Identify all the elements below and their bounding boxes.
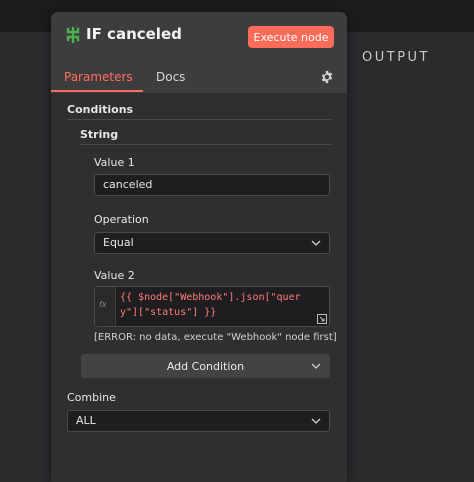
parameters-content: Conditions String Value 1 canceled Opera… <box>51 93 347 482</box>
tab-docs[interactable]: Docs <box>156 70 185 84</box>
combine-label: Combine <box>67 391 116 404</box>
string-divider <box>80 144 331 145</box>
value1-input[interactable]: canceled <box>94 174 330 196</box>
gear-icon[interactable] <box>320 70 334 84</box>
value2-expression-text: {{ $node["Webhook"].json["query"]["statu… <box>120 292 301 318</box>
value1-label: Value 1 <box>94 156 135 169</box>
chevron-down-icon <box>311 240 321 246</box>
conditions-label: Conditions <box>67 103 134 116</box>
string-group-label: String <box>80 128 119 141</box>
output-panel-label: OUTPUT <box>362 50 430 65</box>
add-condition-label: Add Condition <box>166 359 245 373</box>
expand-editor-icon[interactable] <box>317 314 327 324</box>
add-condition-button[interactable]: Add Condition <box>81 354 330 378</box>
execute-node-button[interactable]: Execute node <box>248 26 334 48</box>
operation-selected-value: Equal <box>103 236 134 249</box>
operation-select[interactable]: Equal <box>94 232 330 254</box>
active-tab-indicator <box>51 90 143 92</box>
value2-error-message: [ERROR: no data, execute "Webhook" node … <box>94 332 337 343</box>
node-parameters-panel: IF canceled Execute node Parameters Docs… <box>51 12 347 482</box>
if-branch-icon <box>66 27 80 43</box>
panel-tabs: Parameters Docs <box>51 62 347 94</box>
panel-header: IF canceled Execute node <box>51 12 347 62</box>
chevron-down-icon <box>311 418 321 424</box>
node-title[interactable]: IF canceled <box>86 25 182 43</box>
combine-selected-value: ALL <box>76 414 96 427</box>
value2-label: Value 2 <box>94 269 135 282</box>
tab-parameters[interactable]: Parameters <box>64 70 133 84</box>
expression-toggle[interactable]: fx <box>95 287 116 326</box>
conditions-divider <box>67 119 331 120</box>
fx-icon: fx <box>99 300 107 309</box>
operation-label: Operation <box>94 213 149 226</box>
value2-expression-field[interactable]: fx {{ $node["Webhook"].json["query"]["st… <box>94 286 330 327</box>
combine-select[interactable]: ALL <box>67 410 330 432</box>
chevron-down-icon <box>311 363 321 369</box>
